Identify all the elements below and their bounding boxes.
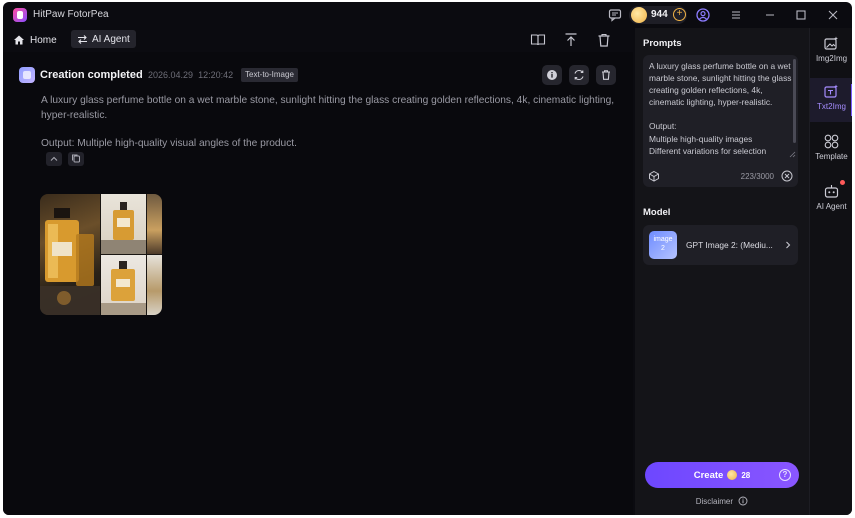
app-title: HitPaw FotorPea [33,9,109,20]
create-cost: 28 [741,470,751,480]
result-image[interactable] [40,194,100,315]
prompt-input-text[interactable]: A luxury glass perfume bottle on a wet m… [649,60,792,157]
menu-icon[interactable] [728,7,744,23]
clear-icon[interactable] [781,170,793,182]
sidebar-item-img2img[interactable]: Img2Img [810,30,852,74]
chevron-up-icon [50,156,58,161]
coin-count: 944 [651,9,668,20]
home-icon [14,35,24,45]
account-icon[interactable] [695,7,711,23]
result-image[interactable] [147,255,162,315]
home-label: Home [30,34,57,46]
model-title: Model [643,207,671,218]
sidebar-item-ai-agent[interactable]: AI Agent [810,178,852,222]
coin-icon [727,470,738,480]
robot-icon [824,185,839,198]
result-image[interactable] [101,255,146,315]
add-coins-icon[interactable]: + [673,8,686,21]
sidebar-item-txt2img[interactable]: Txt2Img [810,78,852,122]
create-label: Create [693,469,724,481]
copy-icon [72,154,80,163]
perfume-bottle-image [40,208,100,315]
feedback-icon[interactable] [607,7,623,23]
output-text: Output: Multiple high-quality visual ang… [41,138,297,149]
model-name: GPT Image 2: (Mediu... [686,240,773,250]
sidebar-item-label: Template [815,152,848,161]
app-window: HitPaw FotorPea 944 + Home AI Agent Crea… [3,2,852,515]
image-edit-icon [824,36,838,50]
resize-handle-icon[interactable] [789,151,796,158]
coin-balance[interactable]: 944 + [629,6,687,24]
perfume-bottle-image [101,261,146,315]
result-image[interactable] [147,194,162,254]
model-selector[interactable]: image 2 GPT Image 2: (Mediu... [643,225,798,265]
delete-result-button[interactable] [596,65,616,85]
prompts-title: Prompts [643,38,682,49]
trash-icon [602,70,610,80]
title-bar: HitPaw FotorPea 944 + [3,2,852,28]
sidebar-item-template[interactable]: Template [810,128,852,172]
sidebar-item-label: AI Agent [816,202,847,211]
char-count: 223/3000 [740,172,774,181]
help-icon[interactable]: ? [779,469,791,481]
info-icon [547,70,557,80]
info-button[interactable] [542,65,562,85]
sidebar-item-label: Txt2Img [817,102,846,111]
sidebar-item-label: Img2Img [815,54,848,63]
disclaimer-link[interactable]: Disclaimer [635,496,809,506]
template-grid-icon [824,134,839,149]
close-icon[interactable] [825,7,841,23]
settings-panel: Prompts A luxury glass perfume bottle on… [635,28,809,515]
collapse-button[interactable] [46,152,62,166]
result-image[interactable] [101,194,146,254]
cube-icon[interactable] [648,170,660,182]
maximize-icon[interactable] [793,7,809,23]
tab-ai-agent[interactable]: AI Agent [71,30,136,48]
coin-icon [631,7,647,23]
model-thumbnail: image 2 [649,231,677,259]
status-timestamp: 2026.04.29 12:20:42 [148,70,234,80]
perfume-bottle-image [101,202,146,254]
upload-icon[interactable] [562,31,580,49]
trash-icon[interactable] [595,31,613,49]
generation-icon [19,67,35,83]
nav-bar: Home AI Agent [3,28,633,52]
minimize-icon[interactable] [762,7,778,23]
refresh-icon [574,69,584,81]
copy-button[interactable] [68,152,84,166]
prompt-scrollbar[interactable] [793,59,796,143]
home-button[interactable]: Home [13,31,57,49]
app-logo-icon [13,8,27,22]
mode-badge: Text-to-Image [241,68,298,82]
status-title: Creation completed [40,69,143,81]
notification-dot [840,180,845,185]
prompt-text: A luxury glass perfume bottle on a wet m… [41,95,615,121]
info-icon [738,496,748,506]
chat-area: Creation completed 2026.04.29 12:20:42 T… [3,52,633,515]
swap-icon [78,34,87,44]
create-button[interactable]: Create 28 ? [645,462,799,488]
text-image-icon [824,84,838,98]
chevron-right-icon [786,241,791,249]
prompt-input[interactable]: A luxury glass perfume bottle on a wet m… [643,55,798,187]
tool-sidebar: Img2Img Txt2Img Template AI Agent [809,28,852,515]
regenerate-button[interactable] [569,65,589,85]
tab-ai-agent-label: AI Agent [92,33,130,45]
result-image-grid[interactable] [40,194,162,315]
book-icon[interactable] [529,31,547,49]
